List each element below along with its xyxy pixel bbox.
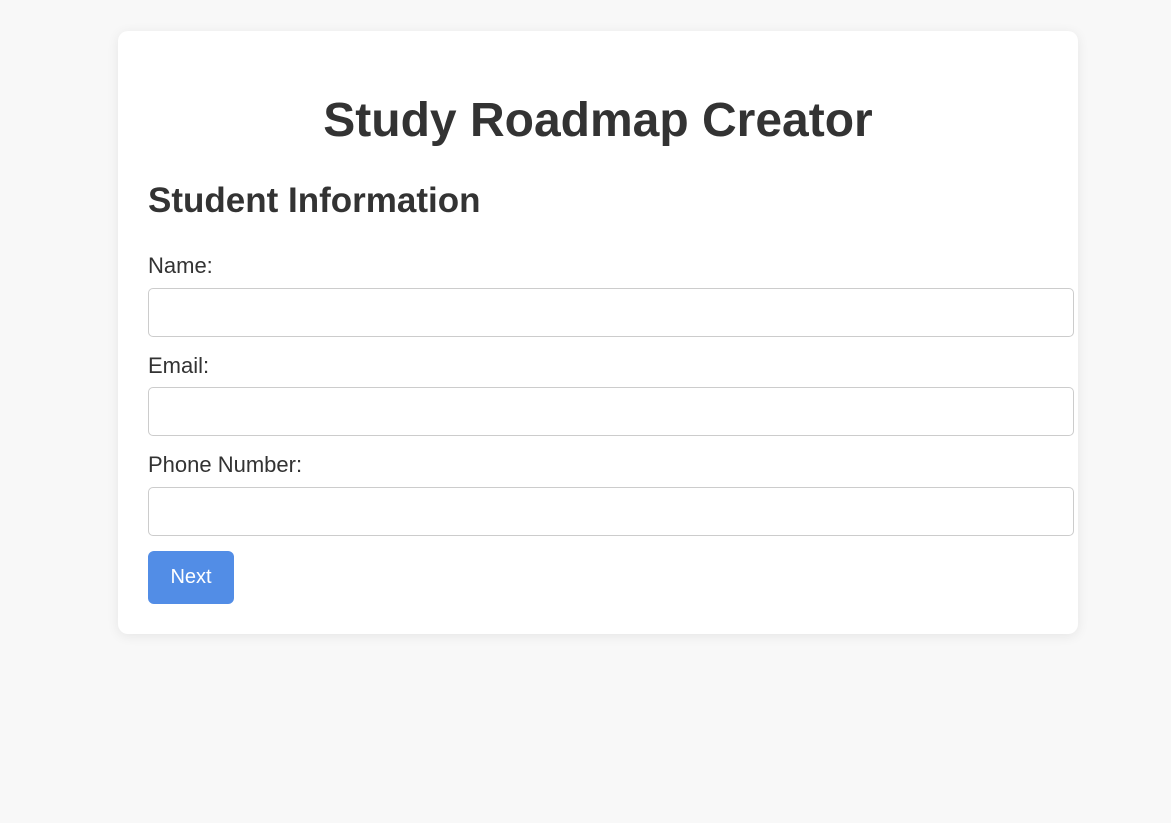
name-input[interactable] xyxy=(148,288,1074,337)
section-title: Student Information xyxy=(148,181,481,220)
page-title: Study Roadmap Creator xyxy=(323,94,873,147)
next-button[interactable]: Next xyxy=(148,551,234,604)
phone-number-input[interactable] xyxy=(148,487,1074,536)
phone-number-label: Phone Number: xyxy=(148,452,303,477)
name-label: Name: xyxy=(148,253,213,278)
form-card: Study Roadmap Creator Student Informatio… xyxy=(118,31,1078,634)
email-input[interactable] xyxy=(148,387,1074,436)
email-label: Email: xyxy=(148,353,210,378)
